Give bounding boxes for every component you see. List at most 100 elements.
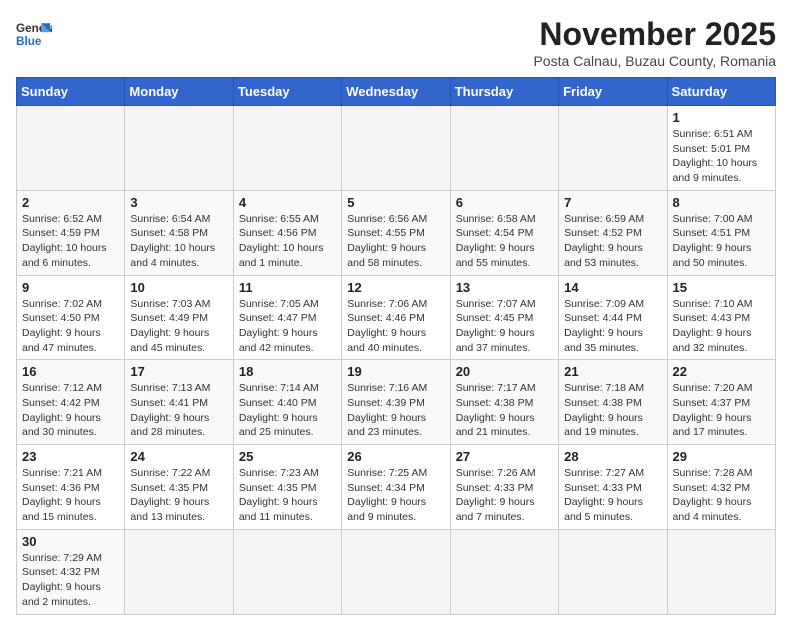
- day-info: Sunrise: 7:16 AM Sunset: 4:39 PM Dayligh…: [347, 381, 444, 440]
- calendar-week-5: 23 Sunrise: 7:21 AM Sunset: 4:36 PM Dayli…: [17, 445, 776, 530]
- calendar-cell: 27Sunrise: 7:26 AM Sunset: 4:33 PM Dayli…: [450, 445, 558, 530]
- calendar-cell: 20 Sunrise: 7:17 AM Sunset: 4:38 PM Dayli…: [450, 360, 558, 445]
- calendar-cell: 12 Sunrise: 7:06 AM Sunset: 4:46 PM Dayli…: [342, 275, 450, 360]
- logo: General Blue: [16, 16, 52, 52]
- calendar-cell: 26 Sunrise: 7:25 AM Sunset: 4:34 PM Dayli…: [342, 445, 450, 530]
- day-number: 29: [673, 449, 770, 464]
- calendar-header-row: SundayMondayTuesdayWednesdayThursdayFrid…: [17, 78, 776, 106]
- col-header-saturday: Saturday: [667, 78, 775, 106]
- day-number: 19: [347, 364, 444, 379]
- calendar-cell: 6Sunrise: 6:58 AM Sunset: 4:54 PM Daylig…: [450, 190, 558, 275]
- day-info: Sunrise: 7:25 AM Sunset: 4:34 PM Dayligh…: [347, 466, 444, 525]
- calendar-cell: 21Sunrise: 7:18 AM Sunset: 4:38 PM Dayli…: [559, 360, 667, 445]
- calendar-cell: [342, 106, 450, 191]
- day-info: Sunrise: 7:06 AM Sunset: 4:46 PM Dayligh…: [347, 297, 444, 356]
- day-info: Sunrise: 7:05 AM Sunset: 4:47 PM Dayligh…: [239, 297, 336, 356]
- col-header-sunday: Sunday: [17, 78, 125, 106]
- calendar-cell: [233, 529, 341, 614]
- day-info: Sunrise: 7:07 AM Sunset: 4:45 PM Dayligh…: [456, 297, 553, 356]
- day-info: Sunrise: 7:28 AM Sunset: 4:32 PM Dayligh…: [673, 466, 770, 525]
- day-info: Sunrise: 7:14 AM Sunset: 4:40 PM Dayligh…: [239, 381, 336, 440]
- day-number: 28: [564, 449, 661, 464]
- day-info: Sunrise: 7:10 AM Sunset: 4:43 PM Dayligh…: [673, 297, 770, 356]
- col-header-monday: Monday: [125, 78, 233, 106]
- day-number: 22: [673, 364, 770, 379]
- day-info: Sunrise: 6:51 AM Sunset: 5:01 PM Dayligh…: [673, 127, 770, 186]
- calendar-cell: [233, 106, 341, 191]
- day-number: 26: [347, 449, 444, 464]
- calendar-week-6: 30 Sunrise: 7:29 AM Sunset: 4:32 PM Dayli…: [17, 529, 776, 614]
- day-info: Sunrise: 6:56 AM Sunset: 4:55 PM Dayligh…: [347, 212, 444, 271]
- location-subtitle: Posta Calnau, Buzau County, Romania: [533, 53, 776, 69]
- day-info: Sunrise: 7:21 AM Sunset: 4:36 PM Dayligh…: [22, 466, 119, 525]
- page-header: General Blue November 2025 Posta Calnau,…: [16, 16, 776, 69]
- day-number: 23: [22, 449, 119, 464]
- calendar-cell: 8Sunrise: 7:00 AM Sunset: 4:51 PM Daylig…: [667, 190, 775, 275]
- calendar-cell: 10Sunrise: 7:03 AM Sunset: 4:49 PM Dayli…: [125, 275, 233, 360]
- day-number: 5: [347, 195, 444, 210]
- calendar-cell: 13 Sunrise: 7:07 AM Sunset: 4:45 PM Dayli…: [450, 275, 558, 360]
- calendar-cell: 1 Sunrise: 6:51 AM Sunset: 5:01 PM Daylig…: [667, 106, 775, 191]
- calendar-cell: 3Sunrise: 6:54 AM Sunset: 4:58 PM Daylig…: [125, 190, 233, 275]
- day-info: Sunrise: 7:23 AM Sunset: 4:35 PM Dayligh…: [239, 466, 336, 525]
- day-info: Sunrise: 7:29 AM Sunset: 4:32 PM Dayligh…: [22, 551, 119, 610]
- day-number: 12: [347, 280, 444, 295]
- calendar-cell: [125, 106, 233, 191]
- col-header-tuesday: Tuesday: [233, 78, 341, 106]
- day-number: 18: [239, 364, 336, 379]
- day-number: 30: [22, 534, 119, 549]
- calendar-cell: 19 Sunrise: 7:16 AM Sunset: 4:39 PM Dayli…: [342, 360, 450, 445]
- day-number: 4: [239, 195, 336, 210]
- day-info: Sunrise: 7:27 AM Sunset: 4:33 PM Dayligh…: [564, 466, 661, 525]
- day-info: Sunrise: 7:17 AM Sunset: 4:38 PM Dayligh…: [456, 381, 553, 440]
- col-header-thursday: Thursday: [450, 78, 558, 106]
- calendar-cell: 9 Sunrise: 7:02 AM Sunset: 4:50 PM Daylig…: [17, 275, 125, 360]
- day-number: 9: [22, 280, 119, 295]
- calendar-cell: 4 Sunrise: 6:55 AM Sunset: 4:56 PM Daylig…: [233, 190, 341, 275]
- calendar-cell: [342, 529, 450, 614]
- day-number: 16: [22, 364, 119, 379]
- day-info: Sunrise: 7:12 AM Sunset: 4:42 PM Dayligh…: [22, 381, 119, 440]
- day-number: 24: [130, 449, 227, 464]
- calendar-cell: [559, 106, 667, 191]
- calendar-cell: 30 Sunrise: 7:29 AM Sunset: 4:32 PM Dayli…: [17, 529, 125, 614]
- calendar-cell: [559, 529, 667, 614]
- day-info: Sunrise: 6:52 AM Sunset: 4:59 PM Dayligh…: [22, 212, 119, 271]
- calendar-cell: 23 Sunrise: 7:21 AM Sunset: 4:36 PM Dayli…: [17, 445, 125, 530]
- calendar-cell: 15 Sunrise: 7:10 AM Sunset: 4:43 PM Dayli…: [667, 275, 775, 360]
- day-number: 1: [673, 110, 770, 125]
- calendar-cell: 2 Sunrise: 6:52 AM Sunset: 4:59 PM Daylig…: [17, 190, 125, 275]
- logo-icon: General Blue: [16, 16, 52, 52]
- calendar-cell: 29 Sunrise: 7:28 AM Sunset: 4:32 PM Dayli…: [667, 445, 775, 530]
- day-info: Sunrise: 7:02 AM Sunset: 4:50 PM Dayligh…: [22, 297, 119, 356]
- calendar-cell: 16 Sunrise: 7:12 AM Sunset: 4:42 PM Dayli…: [17, 360, 125, 445]
- calendar-cell: [667, 529, 775, 614]
- day-info: Sunrise: 7:20 AM Sunset: 4:37 PM Dayligh…: [673, 381, 770, 440]
- day-number: 13: [456, 280, 553, 295]
- calendar-week-1: 1 Sunrise: 6:51 AM Sunset: 5:01 PM Daylig…: [17, 106, 776, 191]
- day-number: 11: [239, 280, 336, 295]
- day-info: Sunrise: 7:22 AM Sunset: 4:35 PM Dayligh…: [130, 466, 227, 525]
- calendar-cell: 17Sunrise: 7:13 AM Sunset: 4:41 PM Dayli…: [125, 360, 233, 445]
- calendar-cell: 24 Sunrise: 7:22 AM Sunset: 4:35 PM Dayli…: [125, 445, 233, 530]
- calendar-week-4: 16 Sunrise: 7:12 AM Sunset: 4:42 PM Dayli…: [17, 360, 776, 445]
- calendar-cell: 5 Sunrise: 6:56 AM Sunset: 4:55 PM Daylig…: [342, 190, 450, 275]
- day-number: 20: [456, 364, 553, 379]
- day-info: Sunrise: 7:13 AM Sunset: 4:41 PM Dayligh…: [130, 381, 227, 440]
- day-info: Sunrise: 6:55 AM Sunset: 4:56 PM Dayligh…: [239, 212, 336, 271]
- day-number: 14: [564, 280, 661, 295]
- calendar-cell: 7Sunrise: 6:59 AM Sunset: 4:52 PM Daylig…: [559, 190, 667, 275]
- day-number: 2: [22, 195, 119, 210]
- calendar-cell: 14Sunrise: 7:09 AM Sunset: 4:44 PM Dayli…: [559, 275, 667, 360]
- day-number: 21: [564, 364, 661, 379]
- day-number: 15: [673, 280, 770, 295]
- day-info: Sunrise: 7:26 AM Sunset: 4:33 PM Dayligh…: [456, 466, 553, 525]
- calendar-cell: 25 Sunrise: 7:23 AM Sunset: 4:35 PM Dayli…: [233, 445, 341, 530]
- day-number: 25: [239, 449, 336, 464]
- svg-text:Blue: Blue: [16, 35, 42, 48]
- day-info: Sunrise: 6:59 AM Sunset: 4:52 PM Dayligh…: [564, 212, 661, 271]
- calendar-cell: 18 Sunrise: 7:14 AM Sunset: 4:40 PM Dayli…: [233, 360, 341, 445]
- calendar-table: SundayMondayTuesdayWednesdayThursdayFrid…: [16, 77, 776, 615]
- calendar-week-3: 9 Sunrise: 7:02 AM Sunset: 4:50 PM Daylig…: [17, 275, 776, 360]
- calendar-cell: [125, 529, 233, 614]
